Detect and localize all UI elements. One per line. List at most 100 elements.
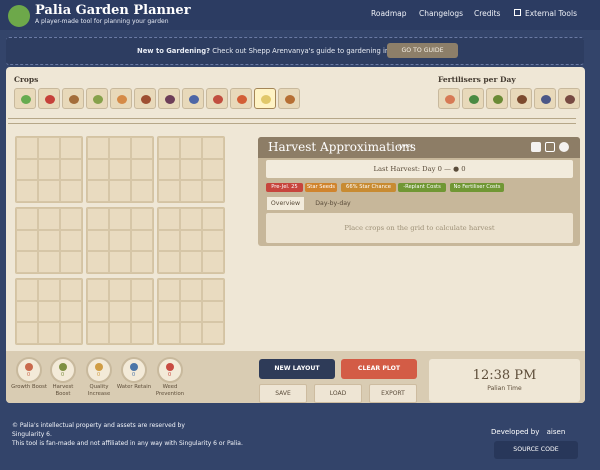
app-title[interactable]: Palia Garden Planner (35, 3, 191, 18)
garden-tile[interactable] (131, 300, 153, 323)
garden-tile[interactable] (180, 180, 202, 202)
crop-button-napa-cabbage[interactable] (278, 88, 300, 109)
garden-tile[interactable] (87, 208, 109, 230)
garden-tile[interactable] (180, 300, 202, 323)
clear-plot-button[interactable]: CLEAR PLOT (341, 359, 417, 379)
garden-tile[interactable] (87, 322, 109, 344)
garden-tile[interactable] (38, 208, 60, 230)
garden-tile[interactable] (38, 180, 60, 202)
developer-name[interactable]: aisen (547, 428, 566, 436)
garden-tile[interactable] (16, 322, 38, 344)
tag-replant[interactable]: -Replant Costs (398, 183, 446, 192)
garden-plot[interactable] (86, 136, 154, 203)
garden-tile[interactable] (202, 208, 224, 230)
garden-tile[interactable] (109, 229, 131, 252)
fertiliser-button-weed-block[interactable] (438, 88, 460, 109)
garden-tile[interactable] (131, 251, 153, 273)
garden-tile[interactable] (131, 322, 153, 344)
garden-tile[interactable] (60, 300, 82, 323)
garden-tile[interactable] (16, 279, 38, 301)
garden-tile[interactable] (180, 208, 202, 230)
tag-no-fertiliser[interactable]: No Fertiliser Costs (450, 183, 504, 192)
garden-tile[interactable] (202, 158, 224, 181)
garden-plot[interactable] (86, 278, 154, 345)
garden-tile[interactable] (158, 300, 180, 323)
crop-button-blueberry[interactable] (182, 88, 204, 109)
garden-tile[interactable] (158, 322, 180, 344)
garden-tile[interactable] (158, 180, 180, 202)
garden-tile[interactable] (38, 322, 60, 344)
garden-tile[interactable] (87, 300, 109, 323)
save-button[interactable]: SAVE (259, 384, 307, 403)
crop-button-potato[interactable] (38, 88, 60, 109)
garden-tile[interactable] (87, 180, 109, 202)
garden-tile[interactable] (87, 251, 109, 273)
garden-tile[interactable] (38, 251, 60, 273)
garden-tile[interactable] (202, 251, 224, 273)
garden-tile[interactable] (87, 229, 109, 252)
export-button[interactable]: EXPORT (369, 384, 417, 403)
garden-tile[interactable] (202, 229, 224, 252)
garden-tile[interactable] (60, 158, 82, 181)
garden-tile[interactable] (180, 279, 202, 301)
garden-plot[interactable] (15, 136, 83, 203)
garden-tile[interactable] (158, 137, 180, 159)
garden-tile[interactable] (109, 300, 131, 323)
garden-tile[interactable] (16, 180, 38, 202)
garden-tile[interactable] (109, 251, 131, 273)
garden-tile[interactable] (158, 208, 180, 230)
garden-tile[interactable] (131, 279, 153, 301)
crop-button-wheat[interactable] (86, 88, 108, 109)
nav-external-tools[interactable]: External Tools (525, 9, 577, 18)
garden-tile[interactable] (131, 180, 153, 202)
table-view-icon[interactable] (531, 142, 541, 152)
garden-tile[interactable] (38, 229, 60, 252)
garden-tile[interactable] (158, 229, 180, 252)
garden-tile[interactable] (38, 137, 60, 159)
garden-tile[interactable] (180, 322, 202, 344)
garden-tile[interactable] (202, 322, 224, 344)
garden-tile[interactable] (16, 137, 38, 159)
garden-tile[interactable] (158, 158, 180, 181)
fertiliser-button-harvest-boost[interactable] (486, 88, 508, 109)
crop-button-spicy-pepper[interactable] (230, 88, 252, 109)
garden-plot[interactable] (86, 207, 154, 274)
fertiliser-button-quality-up[interactable] (462, 88, 484, 109)
garden-tile[interactable] (131, 208, 153, 230)
garden-tile[interactable] (38, 279, 60, 301)
garden-tile[interactable] (180, 229, 202, 252)
garden-tile[interactable] (180, 137, 202, 159)
garden-plot[interactable] (157, 136, 225, 203)
garden-tile[interactable] (87, 158, 109, 181)
garden-plot[interactable] (15, 207, 83, 274)
garden-tile[interactable] (131, 158, 153, 181)
garden-tile[interactable] (16, 208, 38, 230)
garden-tile[interactable] (60, 180, 82, 202)
load-button[interactable]: LOAD (314, 384, 362, 403)
go-to-guide-button[interactable]: GO TO GUIDE (387, 43, 458, 58)
nav-roadmap[interactable]: Roadmap (371, 9, 406, 18)
external-link-icon[interactable] (514, 9, 521, 16)
fertiliser-button-speed-up[interactable] (510, 88, 532, 109)
garden-tile[interactable] (16, 158, 38, 181)
tag-star-chance[interactable]: 66% Star Chance (341, 183, 396, 192)
fertiliser-button-water-retain[interactable] (534, 88, 556, 109)
garden-tile[interactable] (60, 208, 82, 230)
garden-tile[interactable] (131, 229, 153, 252)
garden-tile[interactable] (180, 251, 202, 273)
info-icon[interactable] (559, 142, 569, 152)
crop-button-carrot[interactable] (110, 88, 132, 109)
new-layout-button[interactable]: NEW LAYOUT (259, 359, 335, 379)
garden-tile[interactable] (202, 300, 224, 323)
garden-tile[interactable] (202, 279, 224, 301)
crop-button-corn[interactable] (254, 88, 276, 109)
garden-plot[interactable] (15, 278, 83, 345)
settings-icon[interactable] (545, 142, 555, 152)
crop-button-apple[interactable] (206, 88, 228, 109)
garden-tile[interactable] (109, 279, 131, 301)
garden-tile[interactable] (158, 251, 180, 273)
crop-button-rice[interactable] (62, 88, 84, 109)
tag-pre-jel[interactable]: Pre-Jel. 25 (266, 183, 303, 192)
garden-tile[interactable] (87, 137, 109, 159)
garden-tile[interactable] (109, 158, 131, 181)
